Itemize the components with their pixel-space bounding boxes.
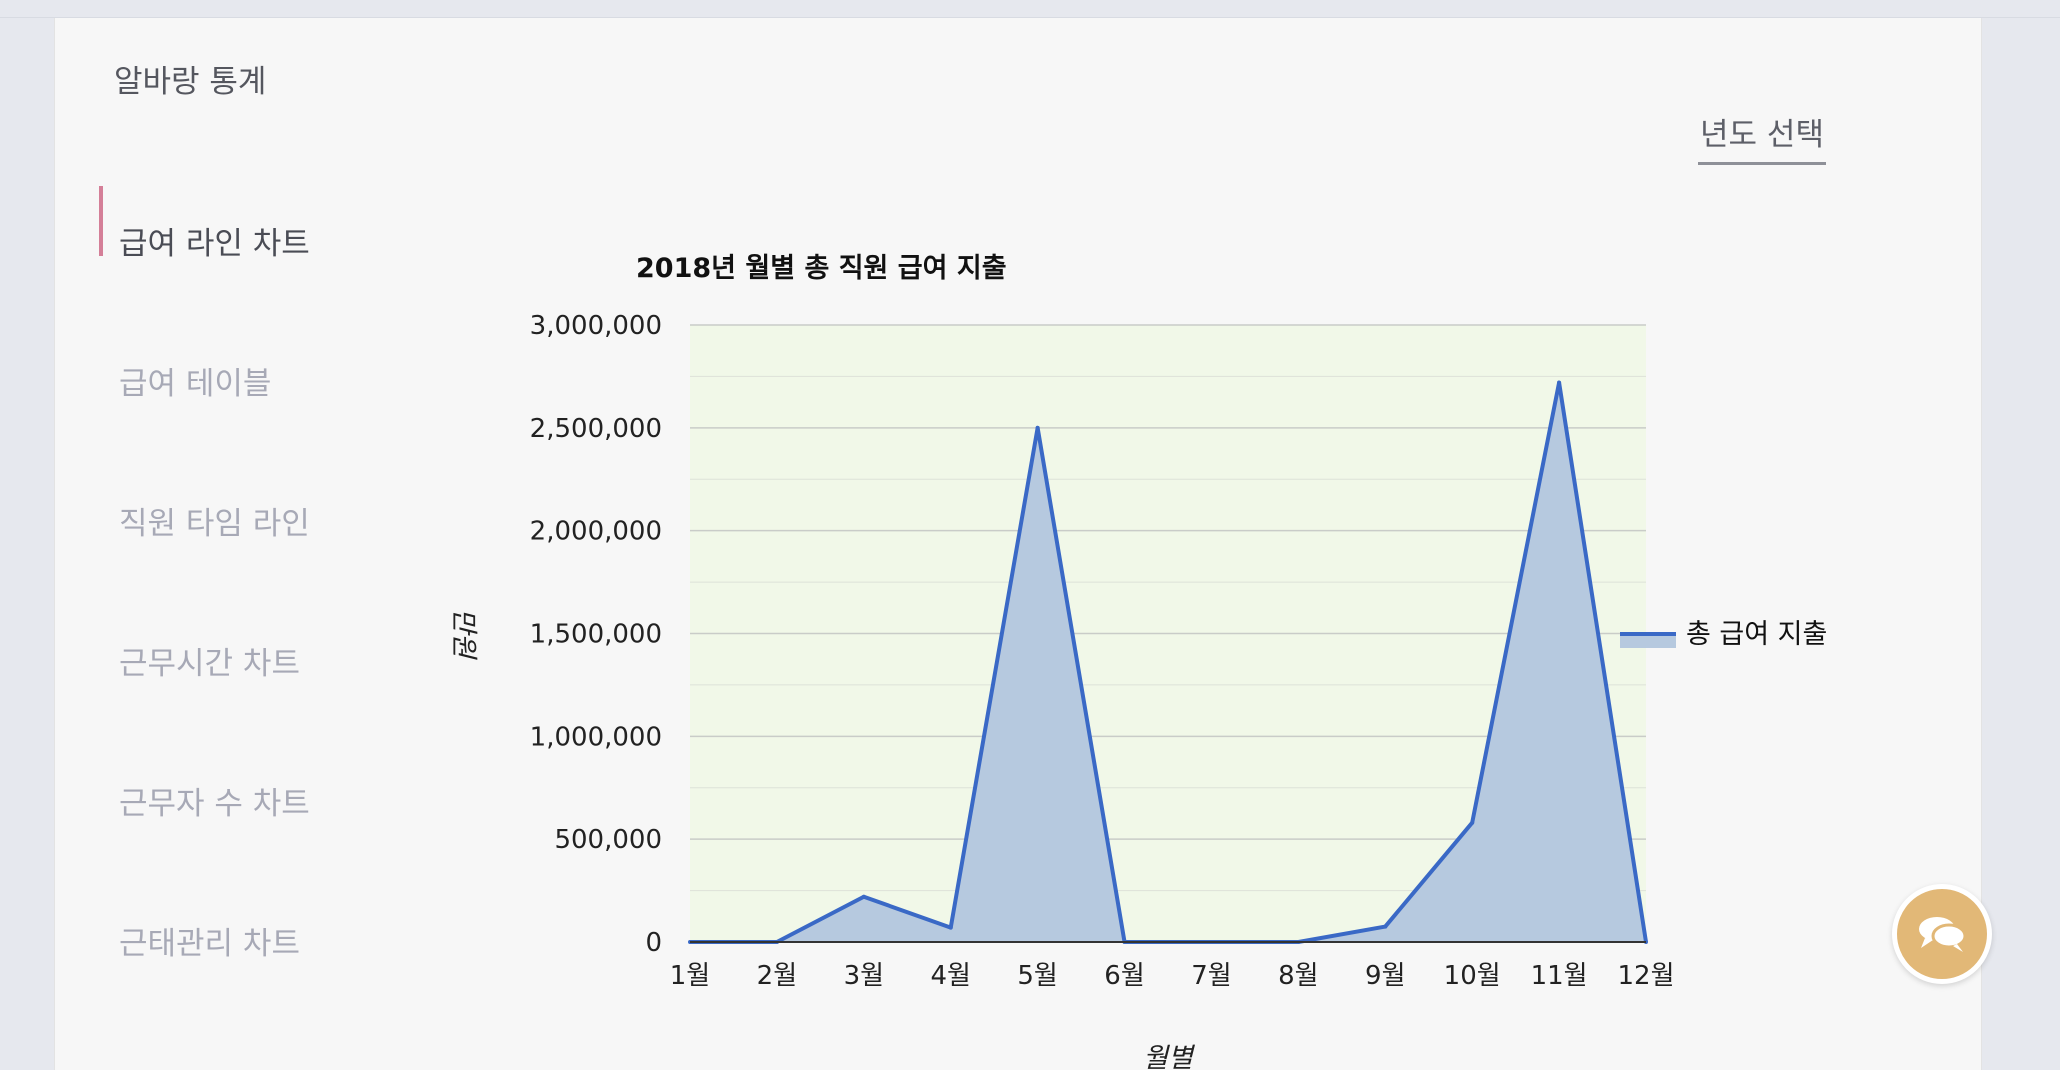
x-tick-label: 9월 <box>1365 961 1405 991</box>
y-tick-label: 500,000 <box>554 825 662 855</box>
chat-button[interactable] <box>1892 884 1992 984</box>
data-point <box>948 925 953 930</box>
x-axis-title: 월별 <box>1143 1043 1195 1070</box>
data-point <box>1035 425 1040 430</box>
data-point <box>1557 380 1562 385</box>
x-tick-label: 8월 <box>1278 961 1318 991</box>
x-tick-label: 5월 <box>1017 961 1057 991</box>
y-tick-label: 1,000,000 <box>530 722 662 752</box>
x-tick-label: 2월 <box>757 961 797 991</box>
x-tick-label: 4월 <box>930 961 970 991</box>
y-tick-label: 3,000,000 <box>530 311 662 341</box>
x-tick-label: 3월 <box>844 961 884 991</box>
y-tick-label: 0 <box>645 928 662 958</box>
x-tick-label: 10월 <box>1444 961 1501 991</box>
y-tick-label: 2,000,000 <box>530 517 662 547</box>
x-tick-label: 1월 <box>670 961 710 991</box>
x-tick-label: 6월 <box>1104 961 1144 991</box>
y-tick-label: 2,500,000 <box>530 414 662 444</box>
chat-bubbles-icon <box>1919 917 1967 952</box>
y-tick-label: 1,500,000 <box>530 620 662 650</box>
x-tick-label: 7월 <box>1191 961 1231 991</box>
y-axis-title: 만원 <box>448 608 479 660</box>
legend-label: 총 급여 지출 <box>1686 619 1828 650</box>
area-chart: 0 500,000 1,000,000 1,500,000 2,000,000 2,500… <box>448 311 1675 1070</box>
data-point <box>861 894 866 899</box>
x-tick-label: 11월 <box>1531 961 1588 991</box>
data-point <box>1383 924 1388 929</box>
legend-swatch <box>1620 632 1676 648</box>
data-point <box>1470 820 1475 825</box>
x-tick-label: 12월 <box>1617 961 1674 991</box>
